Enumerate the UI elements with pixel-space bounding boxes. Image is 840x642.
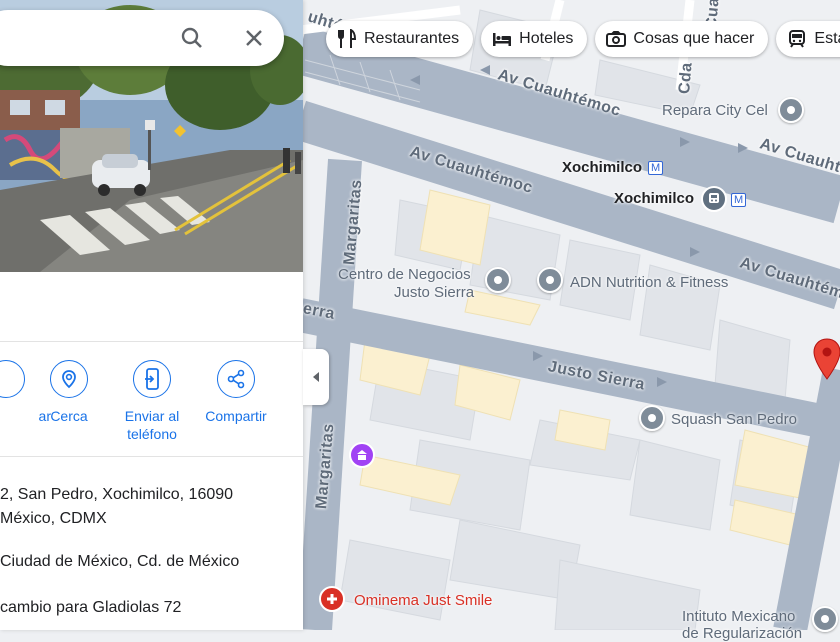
collapse-panel-button[interactable]: [303, 349, 329, 405]
place-pin-icon[interactable]: [537, 267, 563, 293]
address-line[interactable]: 2, San Pedro, Xochimilco, 16090: [0, 483, 233, 507]
chip-transit[interactable]: Esta: [776, 21, 840, 57]
action-label: Enviar al teléfono: [124, 408, 180, 442]
place-label[interactable]: de Regularización: [682, 625, 802, 642]
chip-things-to-do[interactable]: Cosas que hacer: [595, 21, 769, 57]
place-label[interactable]: Repara City Cel: [662, 102, 768, 119]
chip-label: Cosas que hacer: [633, 30, 755, 47]
action-label: Cerca: [50, 408, 88, 424]
place-details-panel: ar Cerca Enviar al teléfono Compartir 2,…: [0, 0, 303, 630]
place-pin-icon[interactable]: [778, 97, 804, 123]
chip-hotels[interactable]: Hoteles: [481, 21, 588, 57]
chip-label: Hoteles: [519, 30, 574, 47]
transit-station-label[interactable]: Xochimilco: [562, 159, 642, 176]
place-label[interactable]: Intituto Mexicano: [682, 608, 795, 625]
medical-icon[interactable]: [319, 586, 345, 612]
chip-label: Restaurantes: [364, 30, 460, 47]
plus-code-line[interactable]: cambio para Gladiolas 72: [0, 596, 181, 620]
clear-search-button[interactable]: [238, 22, 270, 54]
transit-station-label[interactable]: Xochimilco: [614, 190, 694, 207]
metro-badge-icon: M: [648, 161, 664, 175]
address-line[interactable]: México, CDMX: [0, 507, 107, 531]
directions-icon: [0, 360, 25, 398]
transit-icon: [786, 28, 808, 50]
search-box[interactable]: [0, 10, 284, 66]
street-label: Cda: [676, 61, 696, 95]
category-chips: Restaurantes Hoteles Cosas que hacer Est…: [326, 21, 840, 59]
divider: [0, 341, 303, 342]
share-button[interactable]: Compartir: [191, 360, 281, 425]
place-label[interactable]: Centro de Negocios: [338, 266, 471, 283]
locality-line[interactable]: Ciudad de México, Cd. de México: [0, 550, 239, 574]
metro-badge-icon: M: [731, 193, 747, 207]
nearby-icon: [50, 360, 88, 398]
landmark-icon[interactable]: [349, 442, 375, 468]
nearby-button[interactable]: Cerca: [24, 360, 114, 425]
search-icon: [181, 27, 202, 48]
send-to-phone-icon: [133, 360, 171, 398]
place-label[interactable]: Squash San Pedro: [671, 411, 797, 428]
camera-icon: [605, 28, 627, 50]
chevron-left-icon: [313, 372, 319, 382]
search-button[interactable]: [176, 22, 208, 54]
hotel-icon: [491, 28, 513, 50]
train-station-icon[interactable]: [701, 186, 727, 212]
place-pin-icon[interactable]: [639, 405, 665, 431]
selected-location-pin-icon[interactable]: [813, 338, 840, 380]
restaurant-icon: [336, 28, 358, 50]
place-label[interactable]: Justo Sierra: [394, 284, 474, 301]
place-label[interactable]: Ominema Just Smile: [354, 592, 492, 609]
close-icon: [246, 30, 262, 46]
chip-label: Esta: [814, 30, 840, 47]
chip-restaurants[interactable]: Restaurantes: [326, 21, 474, 57]
place-label[interactable]: ADN Nutrition & Fitness: [570, 274, 728, 291]
share-icon: [217, 360, 255, 398]
action-label: Compartir: [205, 408, 267, 424]
divider: [0, 456, 303, 457]
place-pin-icon[interactable]: [485, 267, 511, 293]
send-to-phone-button[interactable]: Enviar al teléfono: [107, 360, 197, 443]
place-pin-icon[interactable]: [812, 606, 838, 632]
